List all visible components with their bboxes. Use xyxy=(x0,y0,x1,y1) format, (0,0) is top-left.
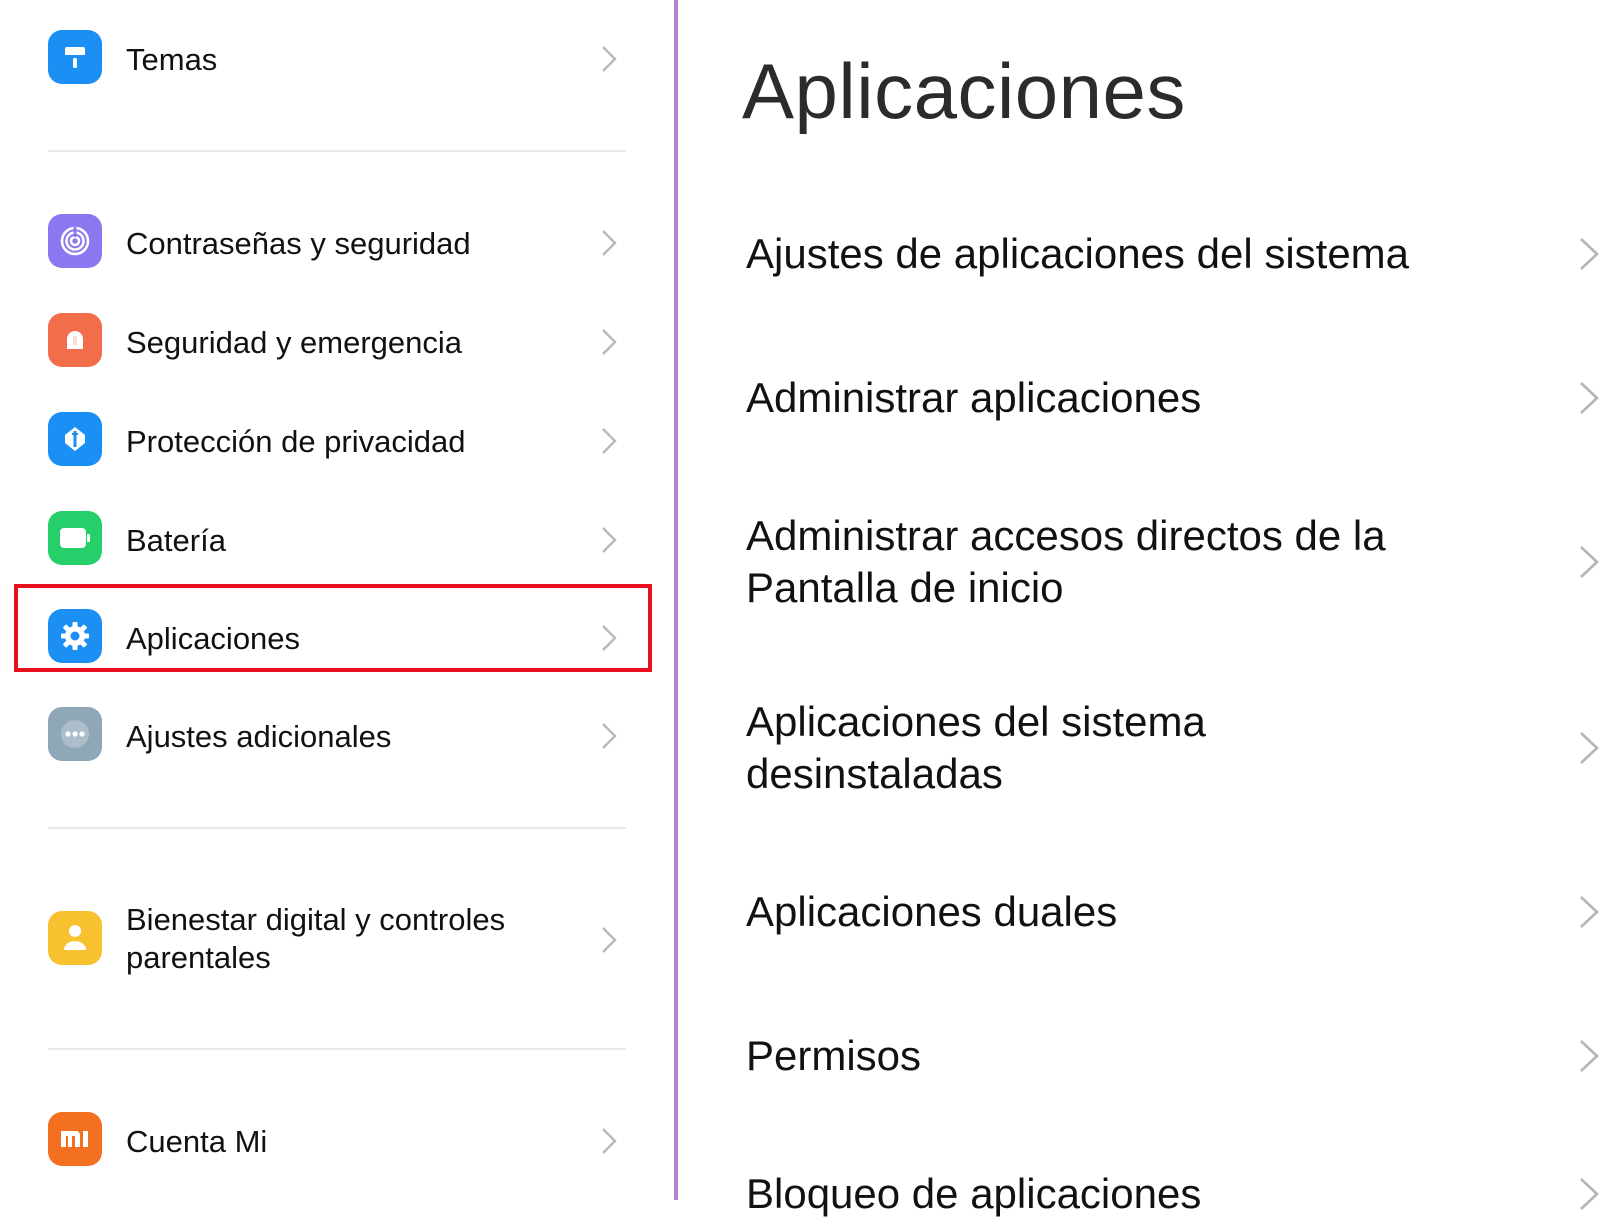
chevron-right-icon xyxy=(1580,382,1599,414)
menu-item-ajustes-adicionales[interactable]: Ajustes adicionales xyxy=(0,689,676,785)
chevron-right-icon xyxy=(602,230,617,256)
divider xyxy=(48,1048,626,1050)
menu-item-cuenta-mi[interactable]: Cuenta Mi xyxy=(0,1094,676,1190)
chevron-right-icon xyxy=(602,329,617,355)
item-bloqueo-aplicaciones[interactable]: Bloqueo de aplicaciones xyxy=(746,1168,1599,1220)
item-label: Permisos xyxy=(746,1032,922,1079)
chevron-right-icon xyxy=(1580,1040,1599,1072)
item-aplicaciones-sistema-desinstaladas[interactable]: Aplicaciones del sistema desinstaladas xyxy=(746,696,1599,800)
menu-item-contrasenas[interactable]: Contraseñas y seguridad xyxy=(0,196,676,292)
chevron-right-icon xyxy=(602,723,617,749)
item-label: Administrar accesos directos de la Panta… xyxy=(746,512,1386,611)
menu-item-bienestar-digital[interactable]: Bienestar digital y controles parentales xyxy=(0,884,676,994)
menu-item-label: Cuenta Mi xyxy=(126,1124,268,1159)
item-accesos-directos[interactable]: Administrar accesos directos de la Panta… xyxy=(746,510,1599,614)
clipped-text-fragment xyxy=(300,0,330,2)
highlight-box xyxy=(14,584,652,672)
chevron-right-icon xyxy=(1580,732,1599,764)
menu-item-label: Temas xyxy=(126,42,218,77)
divider xyxy=(48,150,626,152)
divider xyxy=(48,827,626,829)
page-title: Aplicaciones xyxy=(742,47,1186,135)
item-label: Ajustes de aplicaciones del sistema xyxy=(746,230,1410,277)
item-label: Aplicaciones del sistema desinstaladas xyxy=(746,698,1206,797)
chevron-right-icon xyxy=(1580,1178,1599,1210)
apps-settings-panel: Aplicaciones Ajustes de aplicaciones del… xyxy=(678,0,1600,1217)
mi-logo-icon xyxy=(48,1112,102,1166)
menu-item-label: Batería xyxy=(126,523,226,558)
chevron-right-icon xyxy=(602,428,617,454)
privacy-icon xyxy=(48,412,102,466)
paint-roller-icon xyxy=(48,30,102,84)
item-ajustes-aplicaciones-sistema[interactable]: Ajustes de aplicaciones del sistema xyxy=(746,228,1599,280)
menu-item-privacidad[interactable]: Protección de privacidad xyxy=(0,394,676,490)
chevron-right-icon xyxy=(602,527,617,553)
settings-menu: Temas Contraseñas y seguridad Seguridad … xyxy=(0,0,676,1200)
chevron-right-icon xyxy=(602,927,617,953)
chevron-right-icon xyxy=(602,46,617,72)
item-permisos[interactable]: Permisos xyxy=(746,1030,1599,1082)
menu-item-label: Contraseñas y seguridad xyxy=(126,226,471,261)
chevron-right-icon xyxy=(1580,238,1599,270)
item-administrar-aplicaciones[interactable]: Administrar aplicaciones xyxy=(746,372,1599,424)
menu-item-temas[interactable]: Temas xyxy=(0,12,676,108)
item-label: Administrar aplicaciones xyxy=(746,374,1202,421)
fingerprint-icon xyxy=(48,214,102,268)
item-aplicaciones-duales[interactable]: Aplicaciones duales xyxy=(746,886,1599,938)
dots-icon xyxy=(48,707,102,761)
chevron-right-icon xyxy=(1580,896,1599,928)
item-label: Aplicaciones duales xyxy=(746,888,1118,935)
menu-item-bateria[interactable]: Batería xyxy=(0,493,676,589)
menu-item-seguridad-emergencia[interactable]: Seguridad y emergencia xyxy=(0,295,676,391)
menu-item-label: Ajustes adicionales xyxy=(126,719,392,754)
menu-item-label: Bienestar digital y controles parentales xyxy=(126,902,506,975)
item-label: Bloqueo de aplicaciones xyxy=(746,1170,1202,1217)
bell-icon xyxy=(48,313,102,367)
menu-item-label: Seguridad y emergencia xyxy=(126,325,463,360)
chevron-right-icon xyxy=(1580,546,1599,578)
menu-item-label: Protección de privacidad xyxy=(126,424,466,459)
family-icon xyxy=(48,911,102,965)
battery-icon xyxy=(48,511,102,565)
chevron-right-icon xyxy=(602,1128,617,1154)
